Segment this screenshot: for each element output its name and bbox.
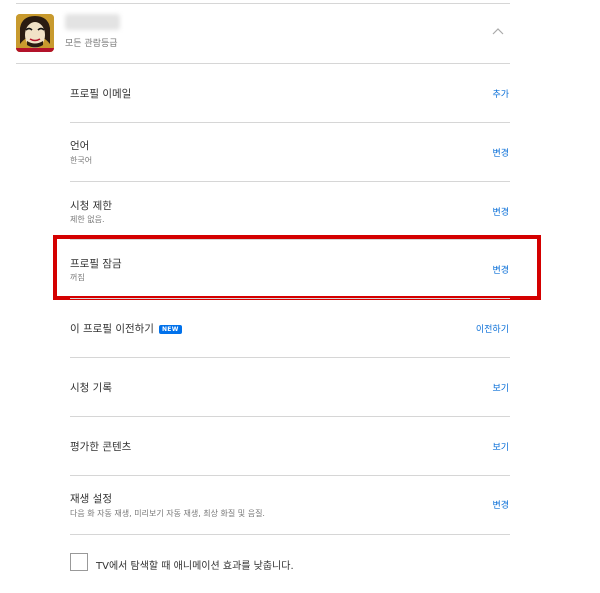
mask-avatar-icon xyxy=(16,14,54,52)
divider xyxy=(70,416,510,417)
row-subtitle: 제한 없음. xyxy=(70,215,105,224)
reduce-animation-label[interactable]: TV에서 탐색할 때 애니메이션 효과를 낮춥니다. xyxy=(96,557,294,572)
divider xyxy=(70,181,510,182)
change-restrictions-link[interactable]: 변경 xyxy=(492,205,509,218)
row-title: 프로필 이메일 xyxy=(70,88,132,100)
row-title-wrap: 이 프로필 이전하기 NEW xyxy=(70,321,182,336)
maturity-label: 모든 관람등급 xyxy=(65,39,118,49)
divider xyxy=(70,357,510,358)
row-title: 시청 제한 xyxy=(70,200,112,212)
transfer-profile-link[interactable]: 이전하기 xyxy=(476,322,509,335)
reduce-animation-checkbox[interactable] xyxy=(70,553,88,571)
divider xyxy=(70,298,510,299)
highlight-box xyxy=(53,235,541,300)
view-ratings-link[interactable]: 보기 xyxy=(492,440,509,453)
row-subtitle: 한국어 xyxy=(70,156,93,165)
row-title: 재생 설정 xyxy=(70,493,112,505)
divider xyxy=(70,122,510,123)
add-email-link[interactable]: 추가 xyxy=(492,87,509,100)
profile-name-blurred xyxy=(65,14,120,30)
divider xyxy=(16,3,510,4)
avatar xyxy=(16,14,54,52)
change-playback-link[interactable]: 변경 xyxy=(492,498,509,511)
divider xyxy=(70,534,510,535)
new-badge: NEW xyxy=(158,325,182,334)
row-subtitle: 다음 화 자동 재생, 미리보기 자동 재생, 최상 화질 및 음질. xyxy=(70,509,265,518)
row-title: 평가한 콘텐츠 xyxy=(70,441,132,453)
chevron-up-icon[interactable] xyxy=(492,26,504,36)
row-title: 언어 xyxy=(70,140,90,152)
divider xyxy=(16,63,510,64)
row-title: 시청 기록 xyxy=(70,382,112,394)
change-language-link[interactable]: 변경 xyxy=(492,146,509,159)
row-title: 이 프로필 이전하기 xyxy=(70,323,154,335)
divider xyxy=(70,475,510,476)
view-history-link[interactable]: 보기 xyxy=(492,381,509,394)
